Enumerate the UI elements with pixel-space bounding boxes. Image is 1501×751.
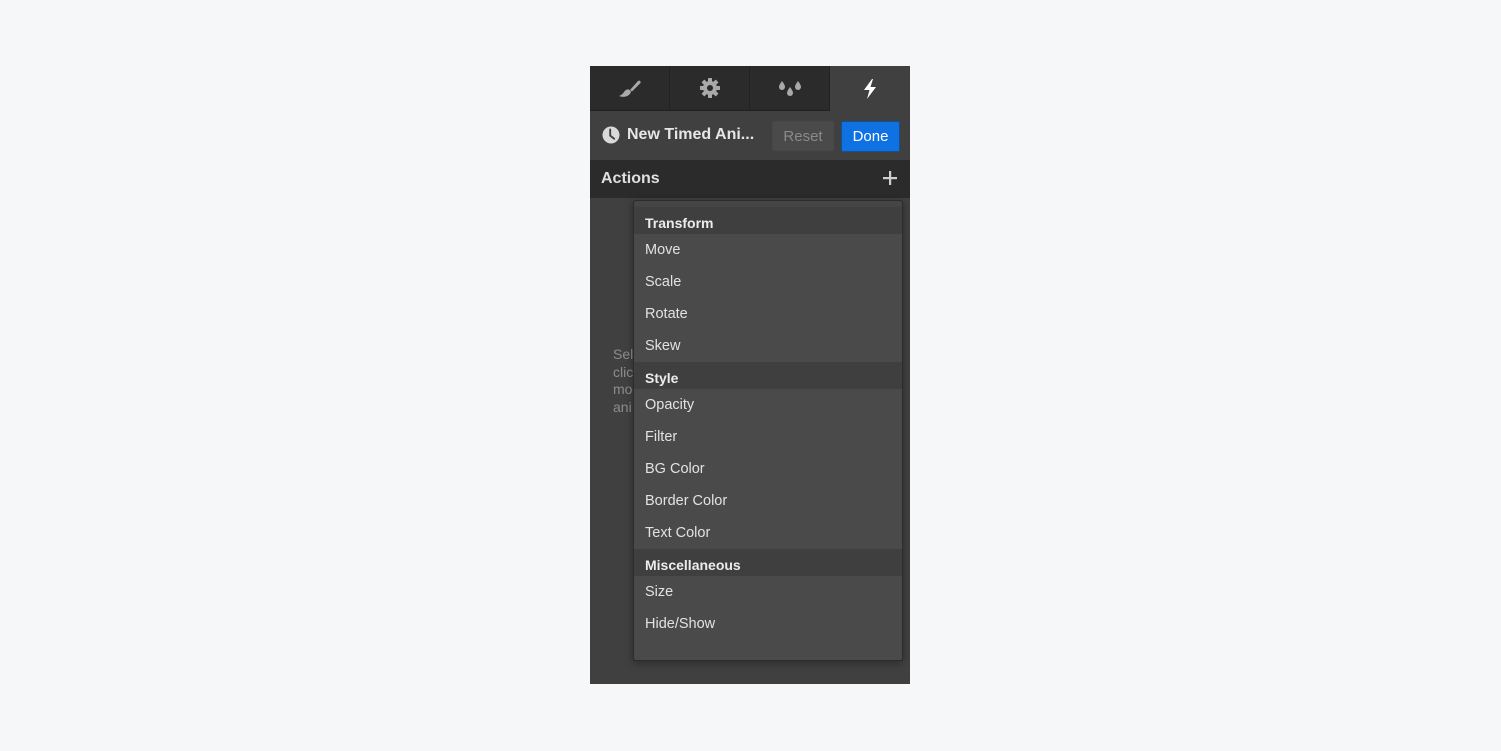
menu-item-text-color[interactable]: Text Color (634, 517, 902, 549)
done-button[interactable]: Done (841, 121, 900, 152)
gear-icon (699, 78, 720, 98)
menu-item-scale[interactable]: Scale (634, 266, 902, 298)
panel-tabs (590, 66, 910, 111)
menu-item-filter[interactable]: Filter (634, 421, 902, 453)
menu-item-rotate[interactable]: Rotate (634, 298, 902, 330)
tab-style[interactable] (590, 66, 670, 111)
tab-style-manager[interactable] (750, 66, 830, 111)
add-action-dropdown: Transform Move Scale Rotate Skew Style O… (633, 200, 903, 661)
group-title: Miscellaneous (645, 557, 741, 573)
menu-item-skew[interactable]: Skew (634, 330, 902, 362)
menu-item-opacity[interactable]: Opacity (634, 389, 902, 421)
clock-icon (602, 126, 620, 144)
menu-item-size[interactable]: Size (634, 576, 902, 608)
reset-button[interactable]: Reset (772, 121, 834, 151)
interactions-panel: New Timed Ani... Reset Done Actions Sel … (590, 66, 910, 684)
droplets-icon (778, 81, 801, 96)
lightning-icon (864, 78, 876, 99)
animation-title[interactable]: New Timed Ani... (627, 126, 754, 144)
menu-item-hide-show[interactable]: Hide/Show (634, 608, 902, 640)
group-title: Style (645, 370, 679, 386)
group-title: Transform (645, 215, 714, 231)
group-header-transform: Transform (634, 207, 902, 234)
paintbrush-icon (618, 80, 641, 97)
menu-item-border-color[interactable]: Border Color (634, 485, 902, 517)
actions-title: Actions (601, 170, 660, 187)
tab-interactions[interactable] (830, 66, 910, 111)
group-header-style: Style (634, 362, 902, 389)
animation-header: New Timed Ani... Reset Done (590, 111, 910, 160)
menu-item-bg-color[interactable]: BG Color (634, 453, 902, 485)
menu-item-move[interactable]: Move (634, 234, 902, 266)
plus-icon[interactable] (882, 170, 898, 186)
group-header-miscellaneous: Miscellaneous (634, 549, 902, 576)
tab-settings[interactable] (670, 66, 750, 111)
actions-section-header: Actions (590, 160, 910, 198)
